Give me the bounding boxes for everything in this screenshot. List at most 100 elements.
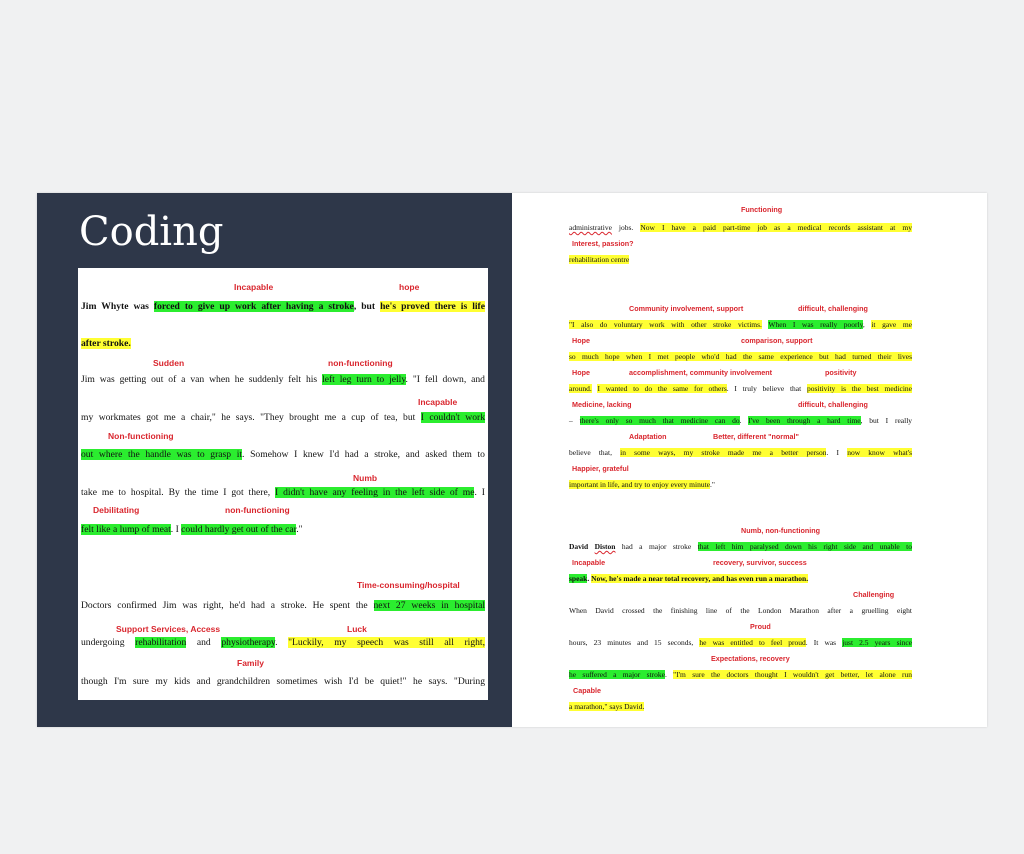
text-segment: Jim Whyte was (81, 301, 154, 312)
highlight-yellow: "I'm sure the doctors thought I wouldn't… (673, 670, 912, 679)
text-line: around. I wanted to do the same for othe… (569, 384, 912, 393)
code-label: accomplishment, community involvement (629, 368, 772, 377)
text-line: so much hope when I met people who'd had… (569, 352, 912, 361)
code-label: Better, different "normal" (713, 432, 799, 441)
highlight-yellow: around. (569, 384, 592, 393)
text-segment: Diston (594, 542, 616, 551)
code-label: Hope (572, 336, 590, 345)
text-line: felt like a lump of meat. I could hardly… (81, 524, 485, 535)
code-label: Hope (572, 368, 590, 377)
text-line: – there's only so much that medicine can… (569, 416, 912, 425)
text-segment: take me to hospital. By the time I got t… (81, 487, 276, 498)
text-segment: hours, 23 minutes and 15 seconds, (569, 638, 700, 647)
highlight-green: left leg turn to jelly (322, 374, 406, 385)
code-label: Incapable (572, 558, 606, 567)
text-line: undergoing rehabilitation and physiother… (81, 637, 485, 648)
highlight-yellow: so much hope when I met people who'd had… (569, 352, 912, 361)
code-label: difficult, challenging (798, 400, 868, 409)
highlight-green: could hardly get out of the car (181, 524, 297, 535)
text-line: important in life, and try to enjoy ever… (569, 480, 912, 489)
code-label: Challenging (853, 590, 895, 599)
code-label: Support Services, Access (116, 624, 221, 634)
code-label: recovery, survivor, success (713, 558, 807, 567)
code-label: hope (399, 282, 420, 292)
text-line: David Diston had a major stroke that lef… (569, 542, 913, 551)
text-segment: . I (826, 448, 848, 457)
highlight-yellow: a marathon," says David. (569, 702, 645, 711)
code-label: Non-functioning (108, 431, 174, 441)
code-label: Happier, grateful (572, 464, 629, 473)
highlight-green: that left him paralysed down his right s… (697, 542, 913, 551)
highlight-yellow: it gave me (871, 320, 912, 329)
highlight-yellow: I wanted to do the same for others (597, 384, 727, 393)
code-label: Incapable (234, 282, 274, 292)
text-line: though I'm sure my kids and grandchildre… (81, 676, 485, 687)
text-line: Doctors confirmed Jim was right, he'd ha… (81, 600, 485, 611)
code-label: comparison, support (741, 336, 813, 345)
highlight-green: there's only so much that medicine can d… (579, 416, 740, 425)
code-label: Numb (353, 473, 378, 483)
text-line: speak. Now, he's made a near total recov… (569, 574, 912, 583)
code-label: Medicine, lacking (572, 400, 632, 409)
text-segment: . It was (805, 638, 843, 647)
highlight-yellow: positivity is the best medicine (806, 384, 912, 393)
text-line: rehabilitation centre (569, 255, 912, 264)
highlight-green: speak (569, 574, 588, 583)
text-segment: Doctors confirmed Jim was right, he'd ha… (81, 600, 374, 611)
highlight-yellow: important in life, and try to enjoy ever… (569, 480, 711, 489)
highlight-yellow: in some ways, my stroke made me a better… (620, 448, 827, 457)
code-label: Family (237, 658, 264, 668)
code-label: positivity (825, 368, 857, 377)
code-label: Functioning (741, 205, 783, 214)
highlight-green: he suffered a major stroke (569, 670, 665, 679)
text-segment: . Somehow I knew I'd had a stroke, and a… (242, 449, 485, 460)
text-segment: . I (170, 524, 182, 535)
document-excerpt-jim: Incapable hope Jim Whyte was forced to g… (78, 268, 488, 700)
highlight-green: felt like a lump of meat (81, 524, 171, 535)
code-label: Incapable (418, 397, 458, 407)
highlight-yellow: "Luckily, my speech was still all right, (288, 637, 485, 648)
text-line: after stroke. (81, 338, 485, 349)
code-label: Community involvement, support (629, 304, 744, 313)
text-line: out where the handle was to grasp it. So… (81, 449, 485, 460)
highlight-yellow: rehabilitation centre (569, 255, 630, 264)
text-segment: – (569, 416, 580, 425)
code-label: Adaptation (629, 432, 667, 441)
highlight-green: physiotherapy (221, 637, 276, 648)
text-segment: and (186, 637, 222, 648)
text-line: believe that, in some ways, my stroke ma… (569, 448, 912, 457)
right-panel: Functioning administrative jobs. Now I h… (512, 193, 987, 727)
code-label: Interest, passion? (572, 239, 634, 248)
highlight-green: I couldn't work (420, 412, 485, 423)
text-segment: . (275, 637, 289, 648)
text-line: "I also do voluntary work with other str… (569, 320, 912, 329)
text-segment: ." (296, 524, 303, 535)
code-label: Proud (750, 622, 771, 631)
slide-title: Coding (79, 209, 224, 255)
text-line: administrative jobs. Now I have a paid p… (569, 223, 912, 232)
text-segment: . "I fell down, and (405, 374, 485, 385)
text-line: Jim Whyte was forced to give up work aft… (81, 301, 485, 312)
highlight-yellow: he's proved there is life (380, 301, 485, 312)
text-segment: though I'm sure my kids and grandchildre… (81, 676, 485, 687)
text-line: When David crossed the finishing line of… (569, 606, 912, 615)
highlight-yellow: "I also do voluntary work with other str… (569, 320, 762, 329)
text-segment: jobs. (611, 223, 641, 232)
text-line: my workmates got me a chair," he says. "… (81, 412, 485, 423)
text-segment: ." (710, 480, 715, 489)
text-segment: , but (353, 301, 381, 312)
text-segment: had a major stroke (615, 542, 698, 551)
highlight-yellow: Now I have a paid part-time job as a med… (640, 223, 912, 232)
text-line: Jim was getting out of a van when he sud… (81, 374, 485, 385)
text-line: take me to hospital. By the time I got t… (81, 487, 485, 498)
code-label: Numb, non-functioning (741, 526, 821, 535)
text-segment: . I (474, 487, 485, 498)
text-segment: . (664, 670, 674, 679)
code-label: difficult, challenging (798, 304, 868, 313)
code-label: Debilitating (93, 505, 140, 515)
highlight-green: I didn't have any feeling in the left si… (275, 487, 475, 498)
highlight-green: I've been through a hard time (748, 416, 861, 425)
text-segment: believe that, (569, 448, 621, 457)
highlight-green: forced to give up work after having a st… (153, 301, 354, 312)
highlight-green: When I was really poorly (768, 320, 863, 329)
